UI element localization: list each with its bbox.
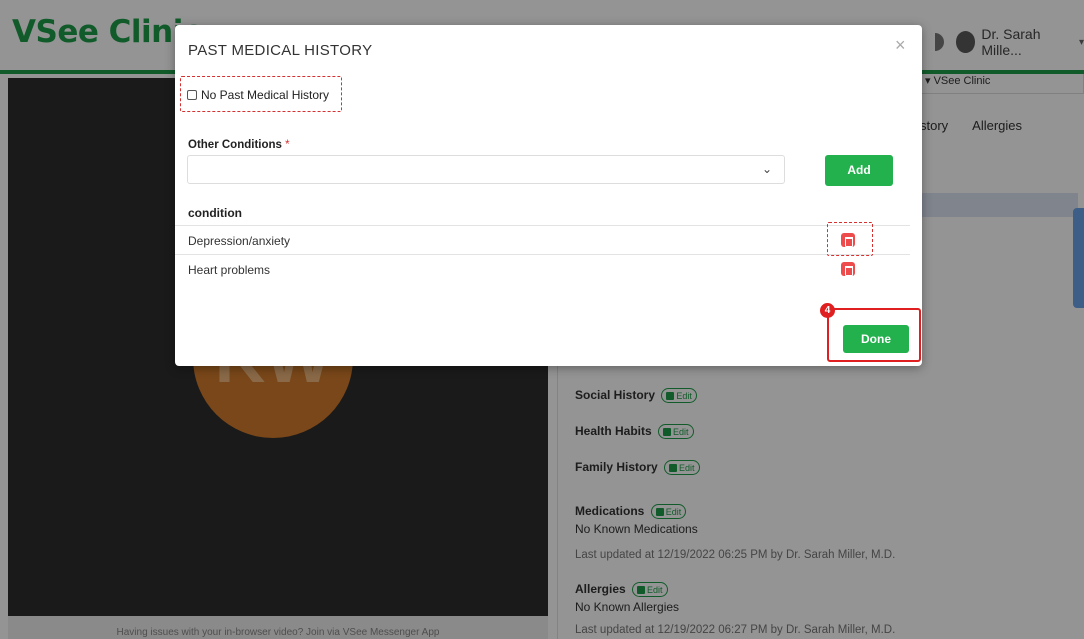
table-header-condition: condition (188, 206, 242, 220)
done-button[interactable]: Done (843, 325, 909, 353)
no-past-history-option[interactable]: No Past Medical History (187, 88, 329, 102)
other-conditions-text: Other Conditions (188, 139, 282, 151)
add-button[interactable]: Add (825, 155, 893, 186)
modal-title: PAST MEDICAL HISTORY (188, 42, 373, 59)
other-conditions-label: Other Conditions * (188, 139, 290, 151)
no-past-history-label: No Past Medical History (201, 88, 330, 102)
table-row: Depression/anxiety (175, 225, 910, 254)
required-mark: * (285, 139, 290, 151)
step-badge: 4 (820, 303, 835, 318)
condition-cell: Heart problems (188, 263, 271, 277)
chevron-down-icon: ⌄ (761, 162, 772, 176)
past-medical-history-modal: PAST MEDICAL HISTORY × No Past Medical H… (175, 25, 922, 366)
delete-icon[interactable] (841, 262, 855, 276)
condition-cell: Depression/anxiety (188, 234, 291, 248)
no-past-history-checkbox[interactable] (187, 90, 197, 100)
delete-icon[interactable] (841, 233, 855, 247)
close-icon[interactable]: × (895, 35, 906, 56)
table-row: Heart problems (175, 254, 910, 283)
condition-select[interactable]: ⌄ (187, 155, 785, 184)
